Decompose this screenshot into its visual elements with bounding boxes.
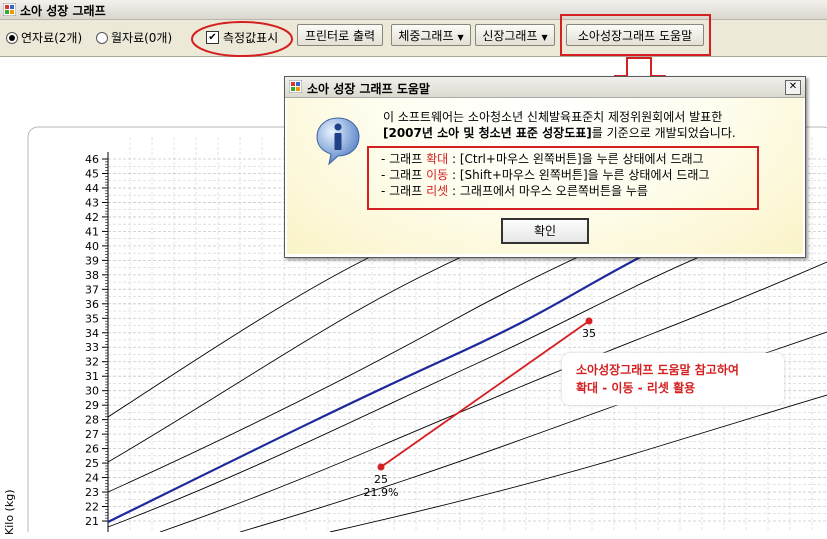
y-tick-label: 21 [85,515,99,528]
weight-graph-dropdown[interactable]: 체중그래프 ▼ [391,24,471,46]
dialog-body: 이 소프트웨어는 소아청소년 신체발육표준치 제정위원회에서 발표한 [2007… [287,98,803,254]
annotation-line-2: 확대 - 이동 - 리셋 활용 [576,381,696,395]
ok-button[interactable]: 확인 [501,218,589,244]
app-icon [289,80,302,93]
y-tick-label: 32 [85,356,99,369]
radio-years-label: 연자료(2개) [21,31,83,45]
help-dialog: 소아 성장 그래프 도움말 ✕ 이 소프트웨어는 소아청소년 신체발육표준치 제… [284,76,806,258]
y-tick-label: 33 [85,341,99,354]
radio-selected-icon [6,31,18,44]
dropdown-arrow-icon: ▼ [457,33,464,42]
y-tick-label: 34 [85,327,99,340]
help-row: - 그래프 이동 : [Shift+마우스 왼쪽버튼]을 누른 상태에서 드래그 [381,166,710,183]
radio-years[interactable]: 연자료(2개) [6,29,82,46]
y-axis-label: Kilo (kg) [3,489,16,536]
dialog-title: 소아 성장 그래프 도움말 [307,82,430,96]
y-tick-label: 24 [85,472,99,485]
weight-graph-label: 체중그래프 [398,29,454,43]
measurement-point [377,463,385,471]
measurement-label: 25 [374,473,388,486]
app-icon [3,3,16,16]
dialog-title-bar: 소아 성장 그래프 도움말 ✕ [285,77,805,98]
help-row-action: 리셋 [426,184,449,198]
help-row-prefix: - 그래프 [381,168,427,182]
y-tick-label: 46 [85,153,99,166]
help-row-prefix: - 그래프 [381,152,427,166]
radio-months-label: 월자료(0개) [111,31,173,45]
measurement-percentile: 21.9% [364,486,399,499]
help-row-action: 확대 [426,152,449,166]
intro-line-2: [2007년 소아 및 청소년 표준 성장도표]를 기준으로 개발되었습니다. [383,124,736,141]
help-row-rest: : [Shift+마우스 왼쪽버튼]을 누른 상태에서 드래그 [448,168,710,182]
height-graph-label: 신장그래프 [482,29,538,43]
toolbar: 연자료(2개) 월자료(0개) ✔ 측정값표시 프린터로 출력 체중그래프 ▼ 신… [0,14,827,57]
window-title: 소아 성장 그래프 [20,4,106,18]
help-row-rest: : 그래프에서 마우스 오른쪽버튼을 누름 [448,184,648,198]
help-button[interactable]: 소아성장그래프 도움말 [566,24,704,46]
radio-months[interactable]: 월자료(0개) [96,29,172,46]
y-tick-label: 36 [85,298,99,311]
intro-rest: 를 기준으로 개발되었습니다. [591,126,736,140]
y-tick-label: 26 [85,443,99,456]
y-tick-label: 39 [85,254,99,267]
dropdown-arrow-icon: ▼ [541,33,548,42]
annotation-line-1: 소아성장그래프 도움말 참고하여 [576,363,739,377]
y-tick-label: 38 [85,269,99,282]
y-tick-label: 22 [85,501,99,514]
y-tick-label: 27 [85,428,99,441]
y-tick-label: 35 [85,312,99,325]
measurement-point [585,317,593,325]
help-row-prefix: - 그래프 [381,184,427,198]
y-tick-label: 44 [85,182,99,195]
help-row-action: 이동 [426,168,449,182]
y-tick-label: 29 [85,399,99,412]
y-tick-label: 43 [85,196,99,209]
y-tick-label: 40 [85,240,99,253]
intro-line-1: 이 소프트웨어는 소아청소년 신체발육표준치 제정위원회에서 발표한 [383,110,723,124]
info-icon [316,117,360,166]
y-tick-label: 30 [85,385,99,398]
measurement-label: 35 [582,327,596,340]
highlight-ellipse [191,21,293,57]
help-row-rest: : [Ctrl+마우스 왼쪽버튼]을 누른 상태에서 드래그 [448,152,704,166]
y-tick-label: 42 [85,211,99,224]
help-row: - 그래프 리셋 : 그래프에서 마우스 오른쪽버튼을 누름 [381,182,648,199]
print-button[interactable]: 프린터로 출력 [297,24,383,46]
y-tick-label: 37 [85,283,99,296]
y-tick-label: 23 [85,486,99,499]
close-icon[interactable]: ✕ [785,80,801,95]
y-tick-label: 25 [85,457,99,470]
y-tick-label: 45 [85,167,99,180]
height-graph-dropdown[interactable]: 신장그래프 ▼ [475,24,555,46]
y-tick-label: 28 [85,414,99,427]
help-row: - 그래프 확대 : [Ctrl+마우스 왼쪽버튼]을 누른 상태에서 드래그 [381,150,704,167]
y-tick-label: 31 [85,370,99,383]
annotation-note: 소아성장그래프 도움말 참고하여 확대 - 이동 - 리셋 활용 [562,353,784,405]
y-tick-label: 41 [85,225,99,238]
intro-bold: [2007년 소아 및 청소년 표준 성장도표] [383,126,592,140]
radio-unselected-icon [96,31,108,44]
